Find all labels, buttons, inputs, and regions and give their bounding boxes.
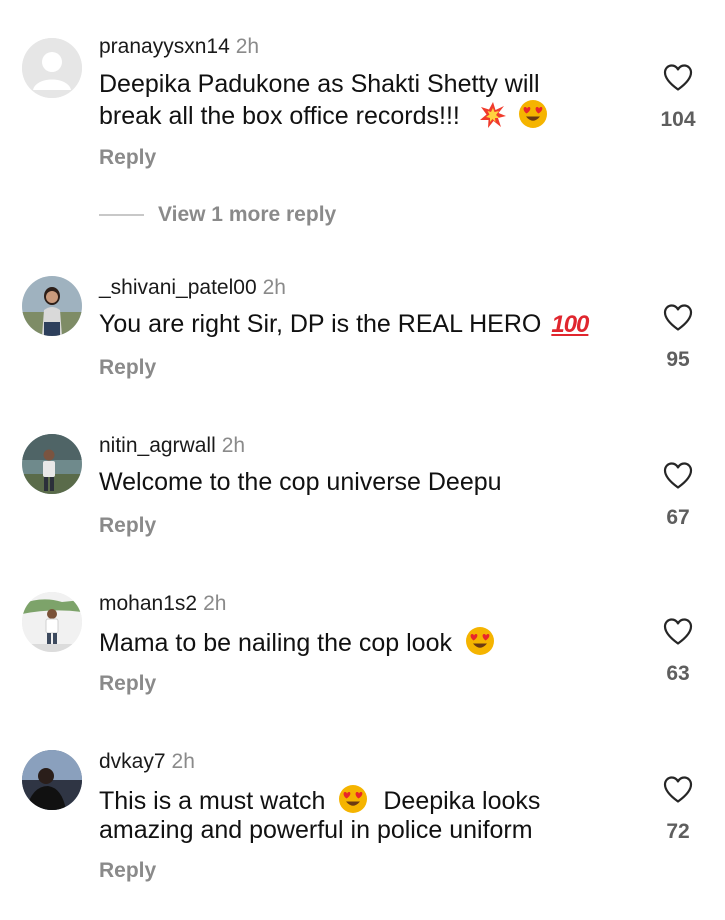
comment-text-line: amazing and powerful in police uniform (99, 816, 533, 844)
heart-outline-icon[interactable] (662, 302, 694, 332)
comment-text-part: break all the box office records!!! (99, 102, 460, 130)
comment-text: You are right Sir, DP is the REAL HERO 10… (99, 310, 619, 339)
like-count: 63 (666, 662, 690, 685)
username-link[interactable]: pranayysxn14 (99, 35, 230, 58)
comment-meta: mohan1s2 2h (99, 592, 226, 616)
divider-line (99, 214, 144, 216)
heart-eyes-emoji-icon (338, 784, 368, 814)
timestamp: 2h (171, 750, 195, 773)
comment-text: Mama to be nailing the cop look (99, 626, 619, 658)
default-avatar-icon (22, 38, 82, 98)
reply-button[interactable]: Reply (99, 356, 156, 380)
reply-button[interactable]: Reply (99, 146, 156, 170)
reply-button[interactable]: Reply (99, 859, 156, 883)
comment-text: Welcome to the cop universe Deepu (99, 468, 619, 497)
timestamp: 2h (262, 276, 286, 299)
avatar[interactable] (22, 276, 82, 336)
comment-text: This is a must watch Deepika looks amazi… (99, 784, 619, 845)
view-more-replies-button[interactable]: View 1 more reply (99, 202, 336, 228)
avatar[interactable] (22, 434, 82, 494)
heart-outline-icon[interactable] (662, 62, 694, 92)
heart-eyes-emoji-icon (465, 626, 495, 656)
reply-button[interactable]: Reply (99, 514, 156, 538)
comment-text-part: Deepika looks (383, 787, 541, 815)
timestamp: 2h (221, 434, 246, 457)
username-link[interactable]: nitin_agrwall (99, 434, 216, 457)
like-control: 95 (650, 302, 706, 372)
comment-text-line: This is a must watch Deepika looks (99, 784, 619, 816)
comment-text-part: This is a must watch (99, 787, 326, 815)
user-photo-icon (22, 434, 82, 494)
comment-meta: dvkay7 2h (99, 750, 195, 774)
comment-text-line: Deepika Padukone as Shakti Shetty will (99, 70, 540, 98)
heart-outline-icon[interactable] (662, 460, 694, 490)
user-photo-icon (22, 750, 82, 810)
like-control: 67 (650, 460, 706, 530)
username-link[interactable]: mohan1s2 (99, 592, 197, 615)
comment-text-line: break all the box office records!!! (99, 99, 619, 131)
like-control: 104 (650, 62, 706, 132)
heart-eyes-emoji-icon (518, 99, 548, 129)
reply-button[interactable]: Reply (99, 672, 156, 696)
comment-text-part: Welcome to the cop universe Deepu (99, 468, 502, 496)
heart-outline-icon[interactable] (662, 616, 694, 646)
comment-meta: pranayysxn14 2h (99, 35, 259, 59)
hundred-points-emoji-icon: 100 (551, 311, 589, 338)
comment-text-part: Mama to be nailing the cop look (99, 629, 452, 657)
like-count: 95 (666, 348, 690, 371)
timestamp: 2h (203, 592, 227, 615)
view-more-replies-label: View 1 more reply (158, 203, 337, 226)
comment-meta: nitin_agrwall 2h (99, 434, 245, 458)
username-link[interactable]: _shivani_patel00 (99, 276, 257, 299)
like-control: 72 (650, 774, 706, 844)
username-link[interactable]: dvkay7 (99, 750, 166, 773)
comment-text-part: You are right Sir, DP is the REAL HERO (99, 310, 542, 338)
avatar[interactable] (22, 38, 82, 98)
like-count: 67 (666, 506, 690, 529)
timestamp: 2h (235, 35, 260, 58)
comment-meta: _shivani_patel00 2h (99, 276, 286, 300)
avatar[interactable] (22, 592, 82, 652)
avatar[interactable] (22, 750, 82, 810)
like-control: 63 (650, 616, 706, 686)
user-photo-icon (22, 592, 82, 652)
user-photo-icon (22, 276, 82, 336)
heart-outline-icon[interactable] (662, 774, 694, 804)
like-count: 104 (660, 108, 696, 131)
like-count: 72 (666, 820, 690, 843)
collision-emoji-icon (479, 101, 507, 129)
comment-text: Deepika Padukone as Shakti Shetty will b… (99, 70, 619, 131)
